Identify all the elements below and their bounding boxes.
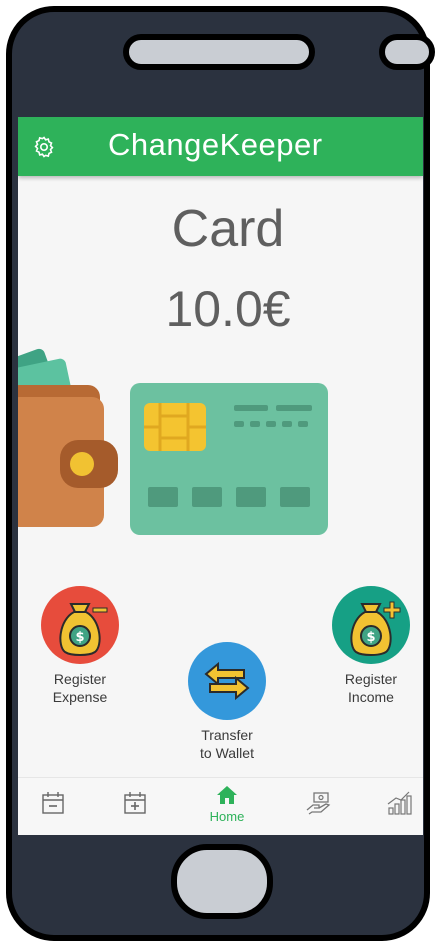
nav-home-label: Home [209, 809, 245, 824]
home-icon [217, 786, 237, 804]
transfer-arrows-icon [188, 642, 266, 720]
svg-text:$: $ [366, 630, 375, 645]
transfer-to-wallet-button[interactable]: Transfer to Wallet [179, 642, 275, 762]
nav-item-expenses[interactable] [28, 790, 78, 816]
nav-item-home[interactable]: Home [202, 784, 252, 824]
phone-camera [379, 34, 435, 70]
calendar-plus-icon [124, 792, 146, 814]
hand-money-icon [306, 792, 331, 815]
phone-home-button[interactable] [171, 844, 273, 919]
bottom-navigation: Home [18, 777, 423, 835]
app-screen: ChangeKeeper Card 10.0€ $ Register Expen… [18, 117, 423, 835]
register-expense-button[interactable]: $ Register Expense [32, 586, 128, 706]
register-income-label: Register Income [344, 671, 398, 705]
account-name: Card [171, 200, 285, 258]
phone-speaker [123, 34, 315, 70]
money-bag-minus-icon: $ [41, 586, 119, 664]
nav-item-income[interactable] [110, 790, 160, 816]
wallet-icon[interactable] [18, 345, 118, 535]
register-income-button[interactable]: $ Register Income [323, 586, 419, 706]
nav-item-transfers[interactable] [293, 790, 343, 816]
gear-icon[interactable] [32, 135, 56, 159]
card-icon[interactable] [130, 383, 328, 535]
account-balance: 10.0€ [165, 281, 291, 337]
chart-growth-icon [387, 791, 412, 815]
calendar-minus-icon [42, 792, 64, 814]
register-expense-label: Register Expense [52, 671, 108, 705]
app-title: ChangeKeeper [108, 127, 323, 162]
nav-item-statistics[interactable] [374, 790, 423, 816]
app-bar: ChangeKeeper [18, 117, 423, 176]
svg-text:$: $ [75, 630, 84, 645]
transfer-label: Transfer to Wallet [200, 727, 254, 761]
money-bag-plus-icon: $ [332, 586, 410, 664]
